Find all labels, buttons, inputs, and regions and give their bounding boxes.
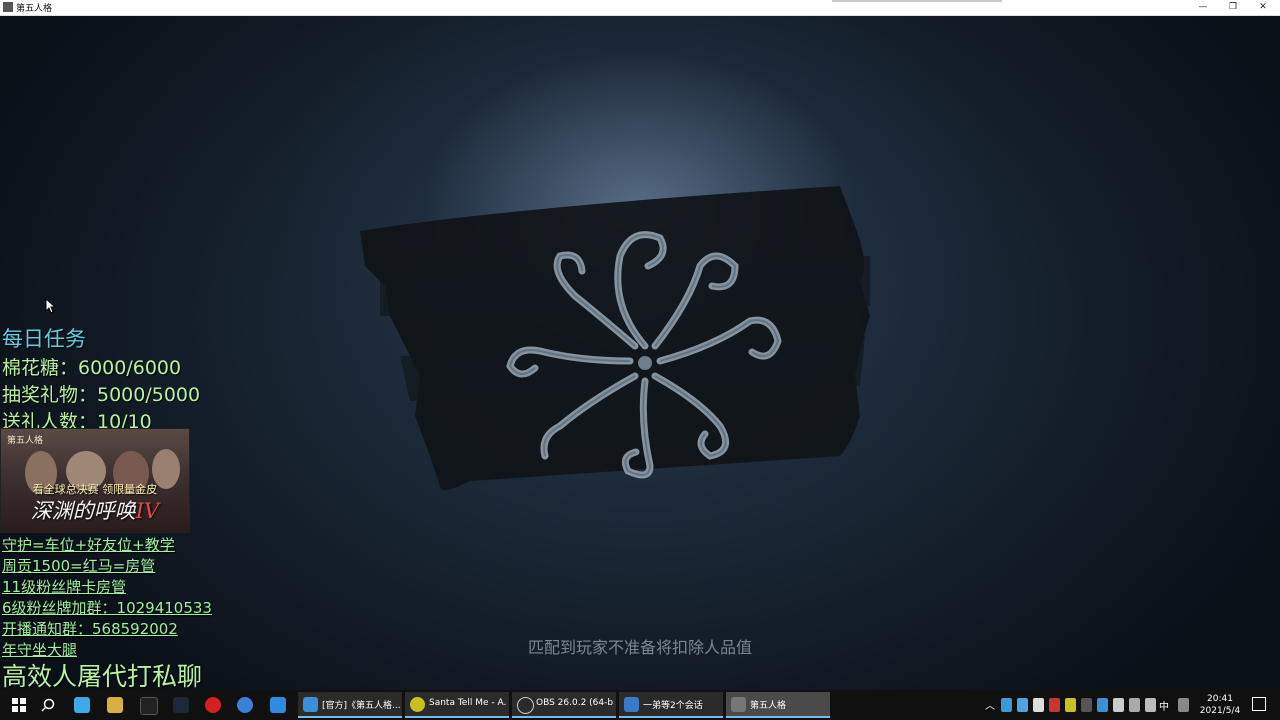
music-player-icon	[410, 697, 425, 712]
taskbar-item-obs[interactable]: OBS 26.0.2 (64-bi...	[512, 692, 616, 718]
tray-app-icon-6[interactable]	[1097, 698, 1108, 712]
info-link-fan-level-11[interactable]: 11级粉丝牌卡房管	[2, 576, 126, 597]
input-mode-icon[interactable]	[1178, 698, 1189, 712]
info-link-weekly[interactable]: 周贡1500=红马=房管	[2, 555, 155, 576]
windows-start-icon[interactable]	[12, 698, 26, 712]
battery-icon[interactable]	[1113, 698, 1124, 712]
loading-emblem	[360, 186, 870, 490]
taskbar-item-label: 第五人格	[750, 701, 787, 711]
tray-app-icon-3[interactable]	[1049, 698, 1060, 712]
window-titlebar: 第五人格 — ❐ ✕	[0, 0, 1280, 16]
task-line-marshmallow: 棉花糖：6000/6000	[2, 357, 182, 379]
input-language-indicator[interactable]: 中	[1159, 698, 1169, 713]
tray-app-icon-4[interactable]	[1065, 698, 1076, 712]
clock-time: 20:41	[1207, 694, 1233, 704]
taskbar-item-official-game[interactable]: [官方]《第五人格...	[298, 692, 402, 718]
restore-button[interactable]: ❐	[1219, 0, 1247, 15]
pinned-app-icon-1[interactable]	[74, 697, 90, 713]
browser-icon[interactable]	[237, 697, 253, 713]
tray-app-icon-2[interactable]	[1017, 698, 1028, 712]
taskbar-item-santa-tell-me[interactable]: Santa Tell Me - A...	[405, 692, 509, 718]
tray-expand-icon[interactable]: ︿	[985, 697, 995, 712]
game-viewport[interactable]: 每日任务 棉花糖：6000/6000 抽奖礼物：5000/5000 送礼人数：1…	[0, 16, 1280, 690]
taskbar: [官方]《第五人格... Santa Tell Me - A... OBS 26…	[0, 690, 1280, 720]
banner-main-text: 深渊的呼唤	[30, 499, 136, 523]
tournament-banner[interactable]: 第五人格 看全球总决赛 领限量金皮 深渊的呼唤IV	[0, 428, 190, 533]
loading-bar	[832, 0, 1002, 2]
info-link-guard[interactable]: 守护=车位+好友位+教学	[2, 534, 175, 555]
steam-icon[interactable]	[173, 697, 189, 713]
daily-task-title: 每日任务	[2, 327, 86, 351]
pinned-app-icon-2[interactable]	[107, 697, 123, 713]
app-icon	[3, 2, 13, 12]
netease-music-icon[interactable]	[205, 697, 221, 713]
official-game-icon	[303, 697, 318, 712]
clock-date: 2021/5/4	[1199, 706, 1241, 716]
qq-icon[interactable]	[140, 697, 158, 715]
banner-main-roman: IV	[135, 499, 160, 523]
taskbar-item-label: 一弟等2个会话	[643, 701, 703, 711]
taskbar-item-label: [官方]《第五人格...	[322, 701, 400, 711]
notification-center-icon[interactable]	[1252, 697, 1266, 711]
task-line-lottery-gift: 抽奖礼物：5000/5000	[2, 384, 201, 406]
window-title: 第五人格	[16, 4, 53, 14]
obs-icon	[517, 697, 534, 714]
system-clock[interactable]: 20:41 2021/5/4	[1194, 693, 1246, 717]
chat-icon	[624, 697, 639, 712]
tray-app-icon-5[interactable]	[1081, 698, 1092, 712]
close-button[interactable]: ✕	[1249, 0, 1277, 15]
search-icon[interactable]	[41, 698, 55, 712]
game-hint-text: 匹配到玩家不准备将扣除人品值	[527, 638, 752, 657]
identity-v-icon	[731, 697, 746, 712]
volume-icon[interactable]	[1145, 698, 1156, 712]
promo-line: 高效人屠代打私聊	[2, 662, 203, 690]
info-link-fan-group[interactable]: 6级粉丝牌加群：1029410533	[2, 597, 212, 618]
minimize-button[interactable]: —	[1189, 0, 1217, 15]
taskbar-item-identity-v[interactable]: 第五人格	[726, 692, 830, 718]
taskbar-item-chat-sessions[interactable]: 一弟等2个会话	[619, 692, 723, 718]
taskbar-item-label: OBS 26.0.2 (64-bi...	[536, 698, 614, 708]
microphone-icon[interactable]	[1033, 698, 1044, 712]
pinned-app-icon-3[interactable]	[270, 697, 286, 713]
banner-main-title: 深渊的呼唤IV	[1, 495, 189, 525]
tray-app-icon-1[interactable]	[1001, 698, 1012, 712]
taskbar-item-label: Santa Tell Me - A...	[429, 698, 507, 708]
mouse-cursor-icon	[45, 298, 55, 314]
network-icon[interactable]	[1129, 698, 1140, 712]
